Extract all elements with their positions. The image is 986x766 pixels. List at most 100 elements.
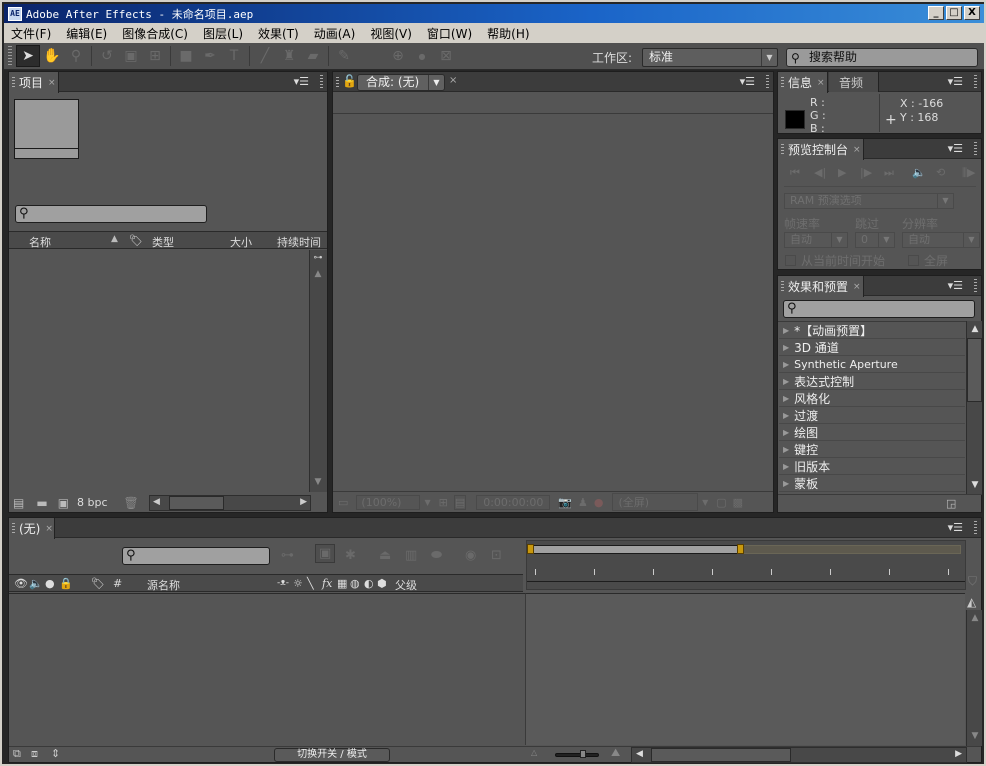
expand-icon[interactable]: ▶: [783, 343, 789, 352]
column-number[interactable]: #: [113, 577, 122, 590]
next-frame-icon[interactable]: |▶: [860, 166, 872, 179]
view-axis-mode-icon[interactable]: ⊠: [434, 45, 458, 67]
chevron-down-icon[interactable]: ▼: [761, 49, 777, 66]
work-area-end-handle[interactable]: [737, 544, 744, 554]
panel-grip[interactable]: [974, 279, 977, 292]
chevron-down-icon[interactable]: ▼: [428, 75, 444, 90]
mask-visibility-icon[interactable]: ▤: [453, 494, 467, 510]
comp-marker-bin-icon[interactable]: ◭: [967, 595, 976, 609]
tab-preview[interactable]: 预览控制台 ×: [778, 139, 864, 160]
show-snapshot-icon[interactable]: ♟: [578, 496, 588, 509]
panel-menu-icon[interactable]: ▾☰: [294, 75, 309, 88]
resolution-select[interactable]: 自动 ▼: [902, 232, 980, 248]
tab-effects-presets[interactable]: 效果和预置 ×: [778, 276, 864, 297]
panel-menu-icon[interactable]: ▾☰: [948, 521, 963, 534]
work-area-start-handle[interactable]: [527, 544, 534, 554]
panel-grip[interactable]: [974, 142, 977, 155]
zoom-in-icon[interactable]: ⛰: [611, 746, 620, 760]
pan-behind-tool-icon[interactable]: ⊞: [143, 45, 167, 67]
panel-menu-icon[interactable]: ▾☰: [948, 279, 963, 292]
panel-grip[interactable]: [974, 521, 977, 534]
magnification-select[interactable]: (100%): [356, 494, 421, 510]
effect-switch-icon[interactable]: fx: [322, 577, 332, 590]
hand-tool-icon[interactable]: ✋: [40, 45, 64, 67]
rectangle-mask-tool-icon[interactable]: ■: [174, 45, 198, 67]
column-type[interactable]: 类型: [152, 234, 174, 250]
zoom-tool-icon[interactable]: ⚲: [64, 45, 88, 67]
brush-tool-icon[interactable]: ╱: [253, 45, 277, 67]
panel-menu-icon[interactable]: ▾☰: [948, 142, 963, 155]
scroll-thumb[interactable]: [967, 338, 982, 402]
current-time-field[interactable]: 0:00:00:00: [476, 494, 551, 510]
from-current-time-checkbox[interactable]: [785, 255, 796, 266]
menu-effect[interactable]: 效果(T): [251, 25, 307, 42]
video-eye-icon[interactable]: 👁: [14, 577, 28, 590]
puppet-pin-tool-icon[interactable]: ✎: [332, 45, 356, 67]
close-button[interactable]: X: [964, 6, 980, 20]
project-search-input[interactable]: ⚲: [15, 205, 207, 223]
local-axis-mode-icon[interactable]: ⊕: [386, 45, 410, 67]
expand-icon[interactable]: ▶: [783, 428, 789, 437]
timeline-vertical-scrollbar[interactable]: ▲ ▼: [966, 610, 982, 746]
menu-layer[interactable]: 图层(L): [196, 25, 251, 42]
first-frame-icon[interactable]: ⏮: [790, 166, 800, 180]
live-update-icon[interactable]: ▣: [315, 544, 336, 563]
menu-edit[interactable]: 编辑(E): [59, 25, 115, 42]
layer-switches-icon[interactable]: ⧉: [13, 747, 21, 761]
motion-blur-switch-icon[interactable]: ◍: [350, 577, 360, 590]
quality-switch-icon[interactable]: ╲: [307, 577, 314, 590]
list-item[interactable]: ▶ 蒙板: [779, 475, 965, 492]
new-animation-preset-icon[interactable]: ◲: [946, 497, 956, 510]
panel-grip[interactable]: [974, 75, 977, 88]
list-item[interactable]: ▶ 表达式控制: [779, 373, 965, 390]
composition-dropdown[interactable]: 合成: (无) ▼: [357, 74, 445, 91]
column-size[interactable]: 大小: [230, 234, 252, 250]
lock-icon[interactable]: 🔒: [59, 577, 73, 590]
project-horizontal-scrollbar[interactable]: ◀ ▶: [149, 495, 311, 511]
region-of-interest-icon[interactable]: ▢: [716, 496, 726, 509]
work-area-bar[interactable]: [529, 545, 741, 554]
chevron-down-icon[interactable]: ▼: [878, 233, 894, 247]
ram-preview-options-select[interactable]: RAM 预演选项 ▼: [784, 193, 954, 209]
chevron-down-icon[interactable]: ▼: [937, 194, 953, 208]
close-tab-icon[interactable]: ×: [853, 282, 861, 292]
list-item[interactable]: ▶ 旧版本: [779, 458, 965, 475]
graph-editor-icon[interactable]: ⊡: [491, 548, 502, 563]
chevron-down-icon[interactable]: ▼: [424, 498, 430, 507]
time-ruler[interactable]: [526, 540, 966, 590]
menu-window[interactable]: 窗口(W): [420, 25, 480, 42]
scroll-up-icon[interactable]: ▲: [310, 266, 326, 282]
solo-icon[interactable]: ●: [45, 577, 55, 590]
column-source-name[interactable]: 源名称: [147, 577, 180, 593]
motion-blur-icon[interactable]: ⬬: [431, 548, 442, 563]
zoom-out-icon[interactable]: △: [531, 748, 537, 757]
menu-composition[interactable]: 图像合成(C): [115, 25, 196, 42]
list-item[interactable]: ▶ 过渡: [779, 407, 965, 424]
timeline-horizontal-scrollbar[interactable]: ◀ ▶: [631, 747, 967, 763]
grid-guides-icon[interactable]: ⊞: [439, 496, 448, 509]
adjustment-layer-switch-icon[interactable]: ◐: [364, 577, 374, 590]
timeline-search-input[interactable]: ⚲: [122, 547, 270, 565]
selection-tool-icon[interactable]: ➤: [16, 45, 40, 67]
flowchart-icon[interactable]: ⊶: [310, 250, 326, 266]
lock-icon[interactable]: 🔓: [342, 74, 357, 88]
clone-stamp-tool-icon[interactable]: ♜: [277, 45, 301, 67]
resolution-select[interactable]: (全屏): [611, 493, 699, 511]
expand-icon[interactable]: ▶: [783, 445, 789, 454]
ram-preview-icon[interactable]: ⫼▶: [962, 166, 976, 180]
menu-view[interactable]: 视图(V): [363, 25, 420, 42]
composition-mini-flowchart-icon[interactable]: ⊶: [281, 548, 294, 563]
column-duration[interactable]: 持续时间: [277, 234, 321, 250]
list-item[interactable]: ▶ *【动画预置】: [779, 322, 965, 339]
snapshot-icon[interactable]: 📷: [558, 496, 572, 509]
scroll-down-icon[interactable]: ▼: [967, 728, 983, 744]
panel-grip[interactable]: [766, 75, 769, 88]
list-item[interactable]: ▶ Synthetic Aperture: [779, 356, 965, 373]
chevron-down-icon[interactable]: ▼: [702, 498, 708, 507]
list-item[interactable]: ▶ 3D 通道: [779, 339, 965, 356]
chevron-down-icon[interactable]: ▼: [831, 233, 847, 247]
expand-icon[interactable]: ▶: [783, 377, 789, 386]
panel-grip[interactable]: [320, 75, 323, 88]
scroll-thumb[interactable]: [169, 496, 224, 510]
shy-switch-icon[interactable]: -ᴥ-: [277, 577, 289, 588]
